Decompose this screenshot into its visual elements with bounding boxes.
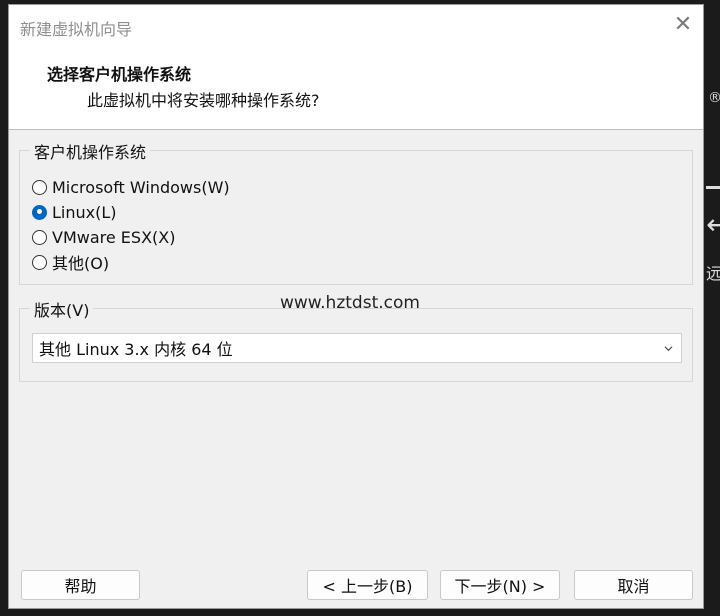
background-bar — [706, 186, 720, 189]
radio-windows-indicator[interactable] — [32, 179, 47, 195]
version-select-value: 其他 Linux 3.x 内核 64 位 — [39, 340, 233, 359]
radio-linux-indicator[interactable] — [32, 204, 47, 220]
radio-vmware-esx-label: VMware ESX(X) — [52, 227, 176, 247]
window-title: 新建虚拟机向导 — [20, 20, 133, 39]
help-button[interactable]: 帮助 — [21, 570, 140, 600]
close-icon: ✕ — [673, 12, 693, 37]
radio-windows-label: Microsoft Windows(W) — [52, 177, 230, 197]
version-group: 版本(V) 其他 Linux 3.x 内核 64 位 — [19, 297, 693, 382]
radio-other[interactable]: 其他(O) — [32, 251, 109, 273]
radio-linux[interactable]: Linux(L) — [32, 201, 117, 223]
next-button[interactable]: 下一步(N) > — [440, 570, 560, 600]
radio-vmware-esx-indicator[interactable] — [32, 229, 47, 245]
page-subtitle: 此虚拟机中将安装哪种操作系统? — [87, 91, 320, 110]
background-arrow-icon: ← — [706, 208, 720, 241]
radio-linux-label: Linux(L) — [52, 202, 117, 222]
radio-other-label: 其他(O) — [52, 254, 110, 273]
guest-os-group-label: 客户机操作系统 — [30, 139, 151, 163]
watermark-text: www.hztdst.com — [280, 293, 420, 313]
version-group-label: 版本(V) — [30, 297, 94, 321]
radio-other-indicator[interactable] — [32, 254, 47, 270]
page-title: 选择客户机操作系统 — [47, 65, 192, 84]
wizard-header: 选择客户机操作系统 此虚拟机中将安装哪种操作系统? — [9, 45, 703, 130]
radio-windows[interactable]: Microsoft Windows(W) — [32, 176, 230, 198]
background-mark: ® — [708, 90, 720, 106]
back-button[interactable]: < 上一步(B) — [307, 570, 428, 600]
radio-vmware-esx[interactable]: VMware ESX(X) — [32, 226, 175, 248]
close-button[interactable]: ✕ — [671, 13, 695, 37]
title-bar: 新建虚拟机向导 ✕ — [9, 5, 703, 45]
chevron-down-icon — [664, 346, 673, 352]
cancel-button[interactable]: 取消 — [574, 570, 693, 600]
version-select[interactable]: 其他 Linux 3.x 内核 64 位 — [32, 333, 682, 363]
guest-os-group: 客户机操作系统 Microsoft Windows(W) Linux(L) VM… — [19, 139, 693, 285]
background-text: 远 — [706, 264, 720, 283]
